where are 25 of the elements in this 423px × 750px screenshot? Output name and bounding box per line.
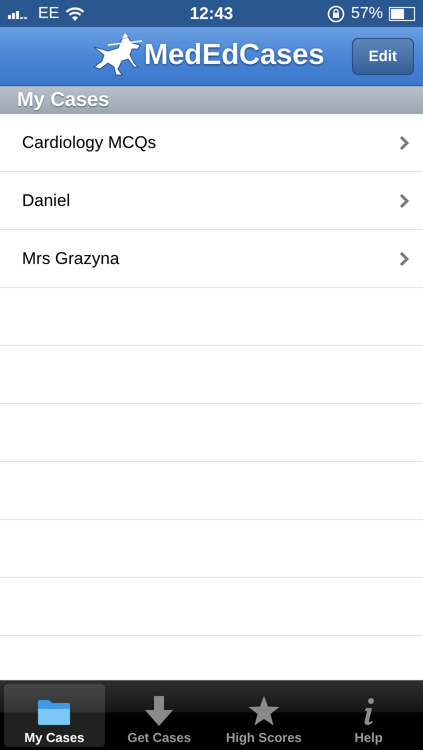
star-icon <box>248 696 280 726</box>
list-row[interactable]: Cardiology MCQs <box>0 114 423 172</box>
wifi-icon <box>65 6 86 20</box>
folder-icon <box>37 698 72 726</box>
tab[interactable]: Get Cases <box>108 684 210 747</box>
row-label: Daniel <box>22 190 70 210</box>
row-label: Mrs Grazyna <box>22 248 120 268</box>
battery-percent: 57% <box>350 4 383 22</box>
down-arrow-icon <box>145 696 174 726</box>
info-icon <box>362 698 376 726</box>
row-label: Cardiology MCQs <box>22 132 156 152</box>
clock-time: 12:43 <box>190 4 234 24</box>
section-title: My Cases <box>17 89 110 112</box>
app-title: MedEdCases <box>144 38 325 72</box>
battery-icon <box>389 6 415 20</box>
chevron-icon <box>399 192 409 208</box>
edit-button[interactable]: Edit <box>352 38 414 74</box>
tab[interactable]: High Scores <box>214 684 314 747</box>
list-row[interactable]: Daniel <box>0 172 423 230</box>
carrier-name: EE <box>38 4 60 22</box>
chevron-icon <box>399 250 409 266</box>
chevron-icon <box>399 134 409 150</box>
tab[interactable]: Help <box>318 684 419 747</box>
tab[interactable]: My Cases <box>4 684 105 747</box>
rotation-lock-icon <box>326 4 345 22</box>
